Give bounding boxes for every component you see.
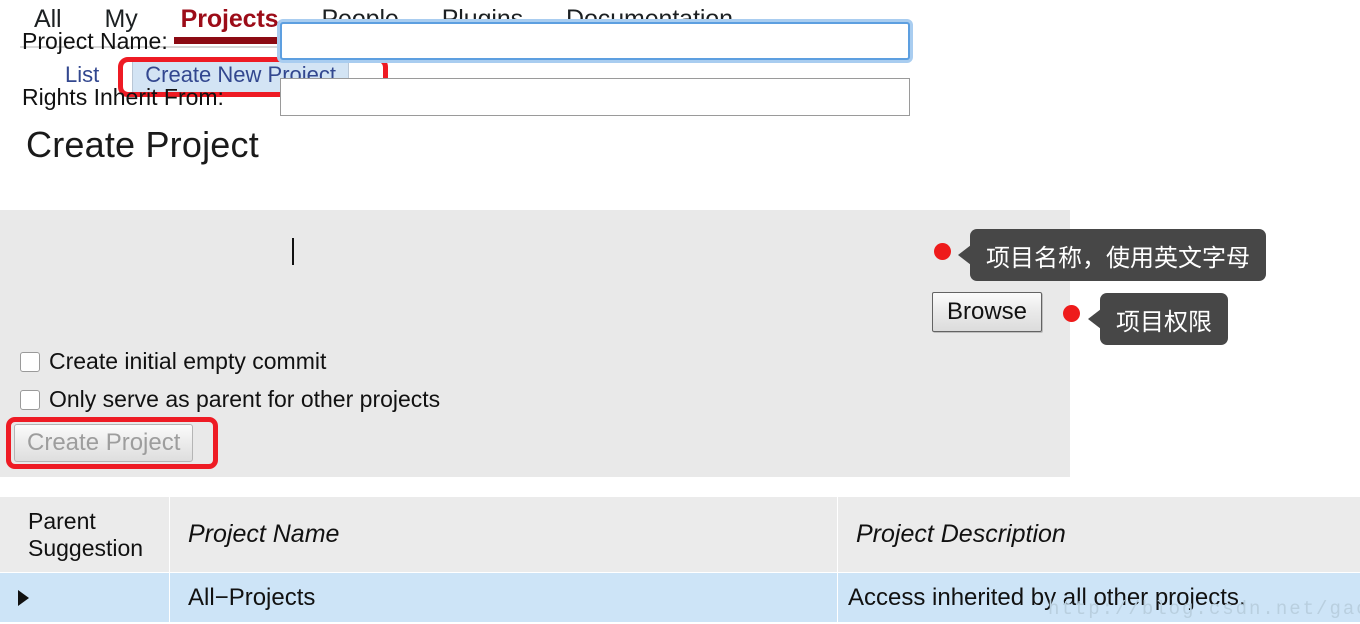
table-header-parent-suggestion: Parent Suggestion [0, 497, 170, 573]
rights-inherit-label: Rights Inherit From: [22, 83, 224, 110]
annotation-dot-project-name [934, 243, 951, 260]
tooltip-project-name: 项目名称，使用英文字母 [958, 229, 1266, 281]
table-cell-expander[interactable] [0, 573, 170, 622]
table-header-row: Parent Suggestion Project Name Project D… [0, 497, 1360, 573]
project-name-header-label: Project Name [188, 520, 340, 548]
project-name-input[interactable] [280, 22, 910, 60]
project-description-value: Access inherited by all other projects. [848, 583, 1246, 611]
checkbox-label-only-serve-as-parent: Only serve as parent for other projects [49, 386, 441, 412]
checkbox-create-initial-empty-commit[interactable] [20, 351, 40, 372]
table-header-project-description: Project Description [838, 497, 1360, 573]
checkbox-row-initial-commit[interactable]: Create initial empty commit [20, 348, 326, 375]
parent-suggestion-line-1: Parent [28, 508, 96, 535]
parent-suggestion-line-2: Suggestion [28, 534, 144, 561]
table-cell-project-name[interactable]: All−Projects [170, 573, 838, 622]
parent-suggestion-label-wrap: Parent Suggestion [10, 508, 143, 561]
checkbox-row-parent-only[interactable]: Only serve as parent for other projects [20, 386, 440, 413]
annotation-dot-rights [1063, 305, 1080, 322]
page-root: All My Projects People Plugins Documenta… [0, 0, 1360, 624]
project-description-header-label: Project Description [856, 520, 1066, 548]
browse-button[interactable]: Browse [932, 292, 1043, 332]
project-name-value: All−Projects [188, 583, 316, 611]
tooltip-rights: 项目权限 [1088, 293, 1228, 345]
table-cell-project-description: Access inherited by all other projects. [838, 573, 1360, 622]
text-cursor [292, 238, 294, 265]
rights-inherit-row: Rights Inherit From: [22, 78, 910, 116]
project-name-label: Project Name: [22, 27, 168, 54]
table-row[interactable]: All−Projects Access inherited by all oth… [0, 573, 1360, 622]
table-header-project-name: Project Name [170, 497, 838, 573]
checkbox-label-create-initial-empty-commit: Create initial empty commit [49, 348, 327, 374]
project-suggestions-table: Parent Suggestion Project Name Project D… [0, 497, 1360, 622]
create-project-button[interactable]: Create Project [14, 424, 194, 462]
expand-triangle-icon[interactable] [18, 589, 29, 606]
project-name-row: Project Name: [22, 22, 910, 60]
page-title: Create Project [26, 124, 259, 165]
checkbox-only-serve-as-parent[interactable] [20, 389, 40, 410]
rights-inherit-input[interactable] [280, 78, 910, 116]
